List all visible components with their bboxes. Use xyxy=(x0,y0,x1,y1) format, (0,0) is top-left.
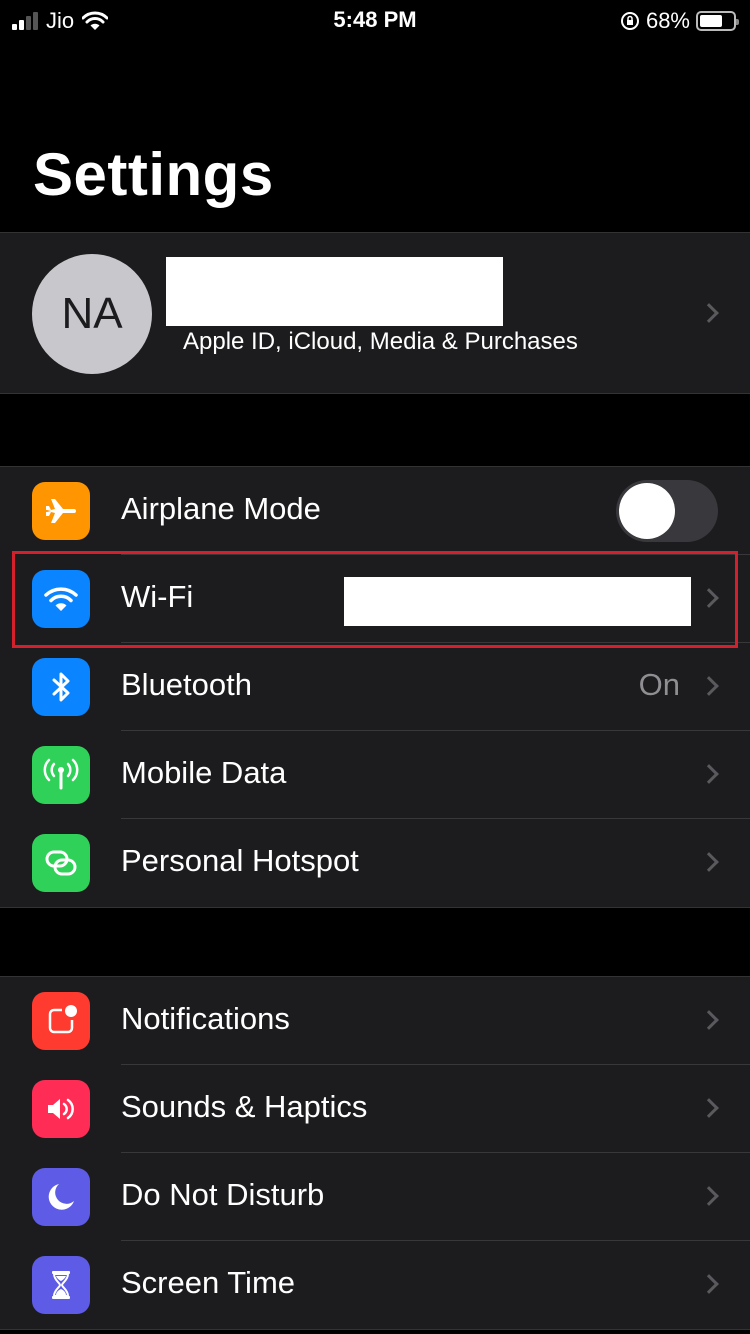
airplane-mode-toggle[interactable] xyxy=(616,480,718,542)
notifications-group: Notifications Sounds & Haptics Do Not Di… xyxy=(0,976,750,1330)
battery-icon xyxy=(696,11,739,31)
row-label: Notifications xyxy=(121,1001,290,1036)
chevron-right-icon xyxy=(699,588,719,608)
moon-icon xyxy=(32,1168,90,1226)
row-label: Screen Time xyxy=(121,1265,296,1300)
chevron-right-icon xyxy=(699,1186,719,1206)
chevron-right-icon xyxy=(699,852,719,872)
row-label: Personal Hotspot xyxy=(121,843,359,878)
settings-row-screen-time[interactable]: Screen Time xyxy=(0,1241,750,1329)
settings-row-bluetooth[interactable]: Bluetooth On xyxy=(0,643,750,731)
settings-row-mobile-data[interactable]: Mobile Data xyxy=(0,731,750,819)
notifications-icon xyxy=(32,992,90,1050)
orientation-lock-icon xyxy=(620,12,639,30)
chevron-right-icon xyxy=(699,764,719,784)
chevron-right-icon xyxy=(699,676,719,696)
settings-row-airplane-mode[interactable]: Airplane Mode xyxy=(0,467,750,555)
chevron-right-icon xyxy=(699,1274,719,1294)
status-bar: Jio 5:48 PM 68% xyxy=(0,0,750,42)
bluetooth-status: On xyxy=(638,667,680,702)
bluetooth-icon xyxy=(32,658,90,716)
hourglass-icon xyxy=(32,1256,90,1314)
chevron-right-icon xyxy=(699,1010,719,1030)
avatar: NA xyxy=(32,254,152,374)
row-label: Sounds & Haptics xyxy=(121,1089,368,1124)
settings-row-personal-hotspot[interactable]: Personal Hotspot xyxy=(0,819,750,907)
settings-row-do-not-disturb[interactable]: Do Not Disturb xyxy=(0,1153,750,1241)
airplane-icon xyxy=(32,482,90,540)
profile-subtitle: Apple ID, iCloud, Media & Purchases xyxy=(183,328,578,355)
chevron-right-icon xyxy=(699,1098,719,1118)
hotspot-link-icon xyxy=(32,834,90,892)
wifi-icon xyxy=(32,570,90,628)
profile-name-redacted xyxy=(166,257,503,326)
settings-row-notifications[interactable]: Notifications xyxy=(0,977,750,1065)
antenna-icon xyxy=(32,746,90,804)
apple-id-profile-row[interactable]: NA Apple ID, iCloud, Media & Purchases xyxy=(0,232,750,394)
settings-row-sounds-haptics[interactable]: Sounds & Haptics xyxy=(0,1065,750,1153)
toggle-knob xyxy=(619,483,675,539)
battery-fill xyxy=(700,15,722,27)
page-title: Settings xyxy=(33,141,274,208)
row-label: Bluetooth xyxy=(121,667,252,702)
row-label: Airplane Mode xyxy=(121,491,321,526)
row-label: Wi-Fi xyxy=(121,579,194,614)
settings-row-wifi[interactable]: Wi-Fi xyxy=(0,555,750,643)
row-label: Mobile Data xyxy=(121,755,287,790)
battery-percent: 68% xyxy=(645,8,690,33)
wifi-network-name-redacted xyxy=(344,577,691,626)
row-label: Do Not Disturb xyxy=(121,1177,325,1212)
status-right: 68% xyxy=(620,8,739,34)
connectivity-group: Airplane Mode Wi-Fi Bluetooth On Mobile … xyxy=(0,466,750,908)
chevron-right-icon xyxy=(699,303,719,323)
speaker-icon xyxy=(32,1080,90,1138)
